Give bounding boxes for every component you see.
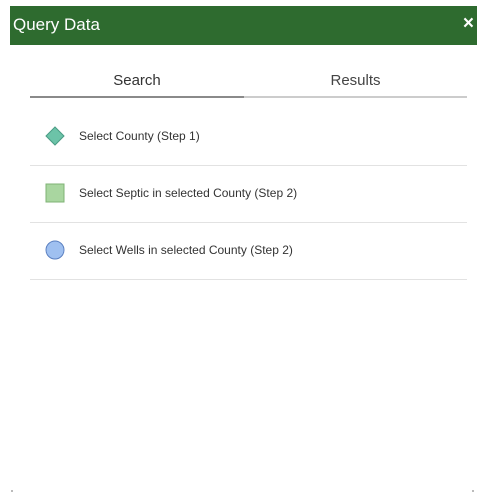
list-item-select-septic[interactable]: Select Septic in selected County (Step 2… (30, 166, 467, 223)
resize-handle-left[interactable] (11, 490, 13, 492)
tab-search[interactable]: Search (30, 66, 244, 96)
tab-active-indicator (30, 96, 244, 98)
diamond-icon (45, 126, 65, 146)
panel-header: Query Data × (10, 6, 477, 45)
circle-icon (45, 240, 65, 260)
close-icon[interactable]: × (463, 14, 474, 33)
query-data-panel: Query Data × Search Results Select Count… (0, 0, 477, 495)
square-icon (45, 183, 65, 203)
list-item-label: Select Wells in selected County (Step 2) (79, 243, 293, 257)
panel-title: Query Data (13, 15, 100, 34)
list-item-label: Select County (Step 1) (79, 129, 200, 143)
tab-bar: Search Results (30, 66, 467, 98)
tab-results[interactable]: Results (244, 66, 467, 96)
list-item-select-wells[interactable]: Select Wells in selected County (Step 2) (30, 223, 467, 280)
list-item-label: Select Septic in selected County (Step 2… (79, 186, 298, 200)
query-list: Select County (Step 1) Select Septic in … (30, 109, 467, 280)
list-item-select-county[interactable]: Select County (Step 1) (30, 109, 467, 166)
resize-handle-right[interactable] (472, 490, 474, 492)
